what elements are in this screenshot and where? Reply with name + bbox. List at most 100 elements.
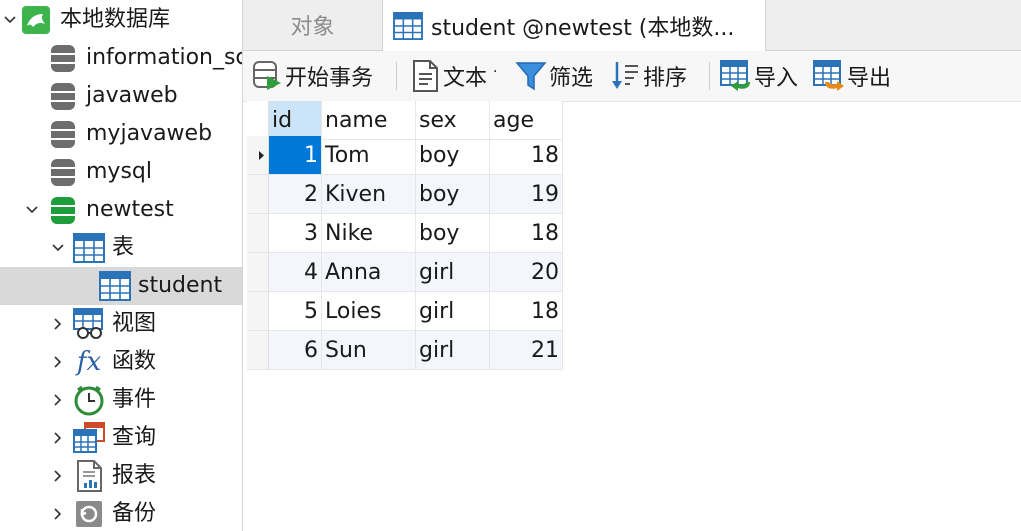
cell-id[interactable]: 6: [269, 331, 322, 370]
tab-label: 对象: [290, 15, 335, 40]
cell-sex[interactable]: boy: [416, 214, 490, 253]
cell-age[interactable]: 20: [490, 253, 563, 292]
row-indicator[interactable]: [247, 136, 269, 175]
table-label: student: [138, 273, 223, 298]
text-view-button[interactable]: 文本 ·: [409, 51, 497, 101]
connection-label: 本地数据库: [60, 7, 171, 32]
cell-name[interactable]: Tom: [322, 136, 416, 175]
button-label: 导入: [754, 66, 799, 91]
database-icon: [47, 42, 79, 74]
chevron-right-icon[interactable]: [50, 392, 66, 408]
row-indicator[interactable]: [247, 175, 269, 214]
view-icon: [73, 308, 105, 340]
table-icon: [73, 232, 105, 264]
folder-label: 表: [112, 235, 135, 260]
button-label: 开始事务: [285, 66, 374, 91]
transaction-icon: [251, 60, 283, 92]
mysql-connection-icon: [20, 4, 52, 36]
cell-sex[interactable]: girl: [416, 292, 490, 331]
database-icon: [47, 156, 79, 188]
sort-icon: [609, 60, 641, 92]
begin-transaction-button[interactable]: 开始事务: [251, 51, 373, 101]
cell-id[interactable]: 4: [269, 253, 322, 292]
cell-id[interactable]: 3: [269, 214, 322, 253]
tree-node-connection[interactable]: 本地数据库: [0, 1, 242, 39]
tab-label: student @newtest (本地数...: [431, 15, 735, 41]
cell-sex[interactable]: girl: [416, 331, 490, 370]
database-open-icon: [47, 194, 79, 226]
folder-label: 函数: [112, 349, 157, 374]
column-header-id[interactable]: id: [269, 101, 322, 140]
cell-name[interactable]: Kiven: [322, 175, 416, 214]
row-indicator[interactable]: [247, 331, 269, 370]
row-indicator[interactable]: [247, 292, 269, 331]
chevron-down-icon[interactable]: [24, 202, 40, 218]
tree-node-database-myjavaweb[interactable]: myjavaweb: [0, 115, 242, 153]
column-header-name[interactable]: name: [322, 101, 416, 140]
chevron-right-icon[interactable]: [50, 430, 66, 446]
sort-button[interactable]: 排序: [609, 51, 687, 101]
folder-label: 报表: [112, 463, 157, 488]
tab-student-table[interactable]: student @newtest (本地数...: [382, 0, 766, 51]
tree-node-database-mysql[interactable]: mysql: [0, 153, 242, 191]
database-icon: [47, 80, 79, 112]
tree-node-queries[interactable]: 查询: [0, 419, 242, 457]
cell-id[interactable]: 1: [269, 136, 322, 175]
chevron-down-icon[interactable]: [50, 240, 66, 256]
tab-objects[interactable]: 对象: [243, 0, 382, 50]
database-label: information_schema: [86, 45, 242, 70]
filter-button[interactable]: 筛选: [515, 51, 593, 101]
cell-sex[interactable]: boy: [416, 175, 490, 214]
report-icon: [73, 460, 105, 492]
tree-node-database-newtest[interactable]: newtest: [0, 191, 242, 229]
cell-name[interactable]: Loies: [322, 292, 416, 331]
tree-node-table-student[interactable]: student: [0, 267, 242, 305]
tree-node-tables[interactable]: 表: [0, 229, 242, 267]
table-icon: [393, 11, 423, 40]
export-icon: [813, 60, 845, 92]
cell-age[interactable]: 18: [490, 292, 563, 331]
import-button[interactable]: 导入: [720, 51, 798, 101]
clock-icon: [73, 384, 105, 416]
dropdown-arrow-icon[interactable]: ·: [493, 64, 497, 80]
database-icon: [47, 118, 79, 150]
cell-id[interactable]: 2: [269, 175, 322, 214]
tree-node-backups[interactable]: 备份: [0, 495, 242, 531]
folder-label: 事件: [112, 387, 157, 412]
cell-id[interactable]: 5: [269, 292, 322, 331]
tree-node-reports[interactable]: 报表: [0, 457, 242, 495]
cell-sex[interactable]: boy: [416, 136, 490, 175]
database-label: javaweb: [86, 83, 178, 108]
column-header-sex[interactable]: sex: [416, 101, 490, 140]
cell-age[interactable]: 18: [490, 136, 563, 175]
tree-node-database-information-schema[interactable]: information_schema: [0, 39, 242, 77]
button-label: 导出: [847, 66, 892, 91]
cell-age[interactable]: 18: [490, 214, 563, 253]
button-label: 筛选: [549, 66, 594, 91]
chevron-right-icon[interactable]: [50, 354, 66, 370]
cell-name[interactable]: Anna: [322, 253, 416, 292]
column-header-age[interactable]: age: [490, 101, 563, 140]
button-label: 排序: [643, 66, 688, 91]
cell-name[interactable]: Sun: [322, 331, 416, 370]
cell-name[interactable]: Nike: [322, 214, 416, 253]
cell-sex[interactable]: girl: [416, 253, 490, 292]
row-indicator[interactable]: [247, 253, 269, 292]
chevron-right-icon[interactable]: [50, 506, 66, 522]
chevron-right-icon[interactable]: [50, 316, 66, 332]
tree-node-views[interactable]: 视图: [0, 305, 242, 343]
chevron-down-icon[interactable]: [2, 12, 18, 28]
folder-label: 查询: [112, 425, 157, 450]
chevron-right-icon[interactable]: [50, 468, 66, 484]
button-label: 文本: [443, 66, 488, 91]
row-indicator[interactable]: [247, 214, 269, 253]
tree-node-events[interactable]: 事件: [0, 381, 242, 419]
database-label: newtest: [86, 197, 174, 222]
database-label: myjavaweb: [86, 121, 213, 146]
tree-node-database-javaweb[interactable]: javaweb: [0, 77, 242, 115]
tree-node-functions[interactable]: fx 函数: [0, 343, 242, 381]
toolbar-separator: [396, 62, 397, 90]
cell-age[interactable]: 21: [490, 331, 563, 370]
export-button[interactable]: 导出: [813, 51, 891, 101]
cell-age[interactable]: 19: [490, 175, 563, 214]
